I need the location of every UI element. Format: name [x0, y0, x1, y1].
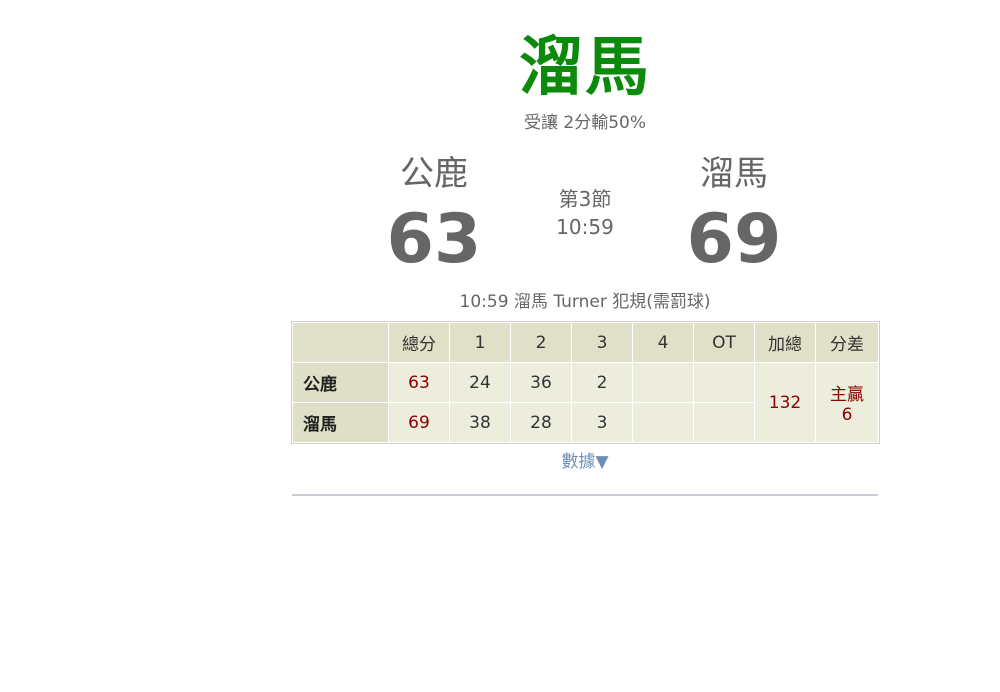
featured-team-title: 溜馬 [519, 31, 651, 105]
header-q3: 3 [571, 322, 633, 363]
header-team [292, 322, 389, 363]
row-ot [693, 402, 755, 443]
difference-value: 6 [841, 405, 853, 425]
header-q1: 1 [449, 322, 511, 363]
stats-toggle-link[interactable]: 數據▼ [292, 450, 878, 474]
combined-total: 132 [754, 362, 816, 443]
home-team-name: 溜馬 [700, 154, 768, 194]
section-divider [292, 494, 878, 496]
table-header-row: 總分 1 2 3 4 OT 加總 分差 [292, 322, 879, 363]
row-q4 [632, 362, 694, 403]
row-q2: 36 [510, 362, 572, 403]
header-q2: 2 [510, 322, 572, 363]
row-q3: 2 [571, 362, 633, 403]
header-diff: 分差 [815, 322, 879, 363]
row-team-name: 公鹿 [292, 362, 389, 403]
row-ot [693, 362, 755, 403]
row-q4 [632, 402, 694, 443]
away-team-name: 公鹿 [400, 154, 468, 194]
table-row: 公鹿 63 24 36 2 132 主贏 6 [292, 362, 879, 443]
row-q1: 24 [449, 362, 511, 403]
row-total: 69 [388, 402, 450, 443]
header-sum: 加總 [754, 322, 816, 363]
row-q3: 3 [571, 402, 633, 443]
away-team-score: 63 [386, 200, 482, 279]
row-q2: 28 [510, 402, 572, 443]
row-total: 63 [388, 362, 450, 403]
row-team-name: 溜馬 [292, 402, 389, 443]
home-team-score: 69 [686, 200, 782, 279]
score-difference: 主贏 6 [815, 362, 879, 443]
last-play-text: 10:59 溜馬 Turner 犯規(需罰球) [459, 292, 711, 312]
header-ot: OT [693, 322, 755, 363]
header-total: 總分 [388, 322, 450, 363]
row-q1: 38 [449, 402, 511, 443]
away-team-block: 公鹿 63 [334, 152, 534, 280]
handicap-line: 受讓 2分輸50% [523, 113, 646, 133]
difference-label: 主贏 [830, 385, 864, 405]
box-score-table: 總分 1 2 3 4 OT 加總 分差 公鹿 63 24 36 2 132 主贏… [291, 321, 880, 444]
home-team-block: 溜馬 69 [634, 152, 834, 280]
header-q4: 4 [632, 322, 694, 363]
